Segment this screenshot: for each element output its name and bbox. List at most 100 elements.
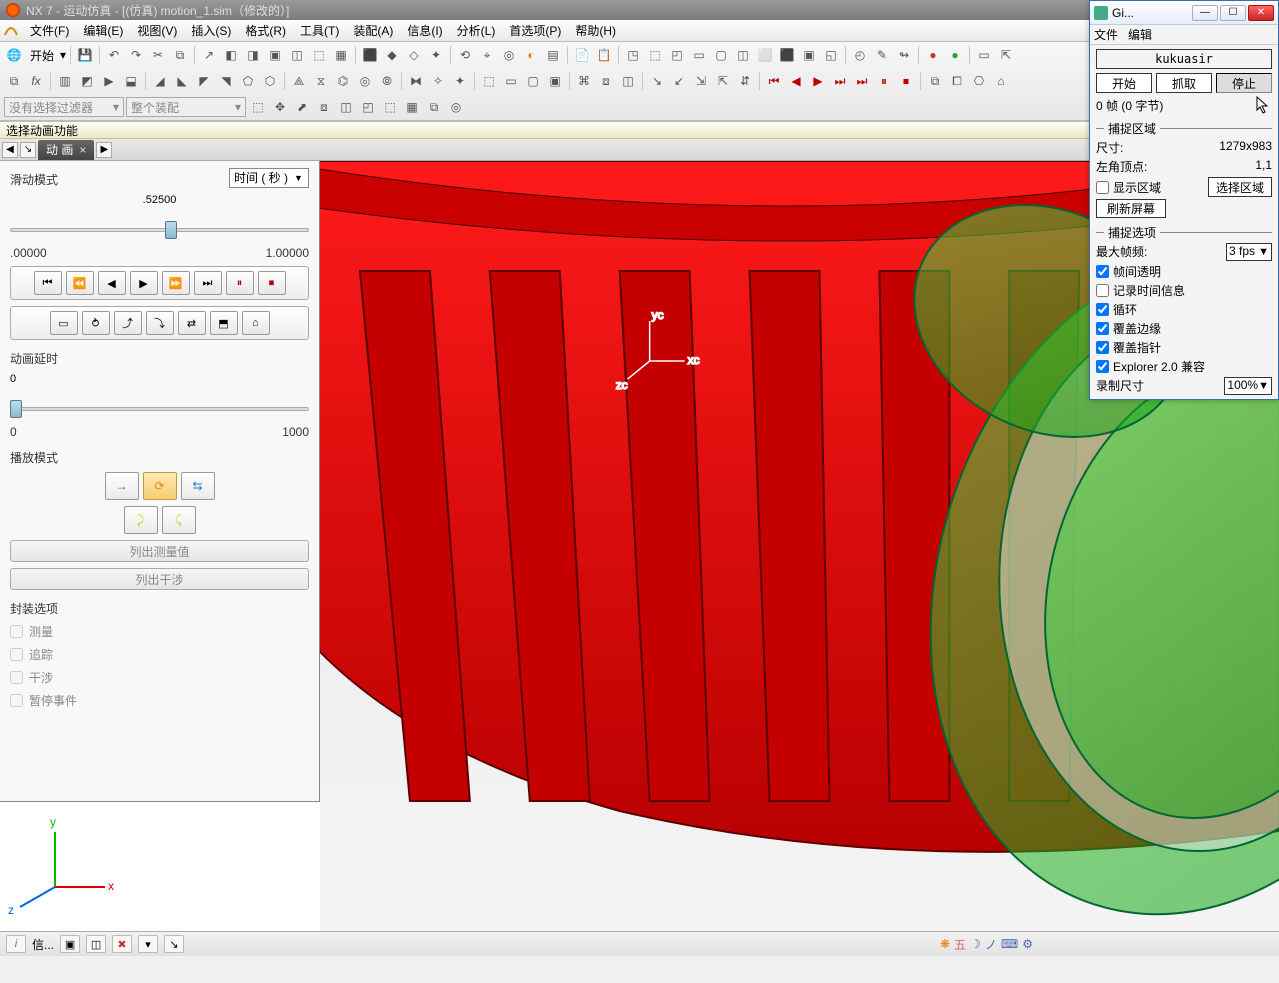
scope-combo[interactable]: 整个装配▾ — [126, 97, 246, 117]
tool-icon[interactable]: ↬ — [894, 45, 914, 65]
tool-icon[interactable]: ✦ — [426, 45, 446, 65]
tool-icon[interactable]: ⬓ — [121, 71, 141, 91]
filename-field[interactable]: kukuasir — [1096, 49, 1272, 69]
option-button[interactable]: ⤴ — [114, 311, 142, 335]
tool-icon[interactable]: ◎ — [499, 45, 519, 65]
opt-record-time[interactable]: 记录时间信息 — [1096, 282, 1272, 299]
show-area-check[interactable]: 显示区域 — [1096, 177, 1161, 197]
pause-icon[interactable]: ⏸ — [874, 71, 894, 91]
tool-icon[interactable]: ⎔ — [969, 71, 989, 91]
goto-end-button[interactable]: ⏭ — [194, 271, 222, 295]
gif-menu-file[interactable]: 文件 — [1094, 26, 1118, 43]
tool-icon[interactable]: ⇲ — [691, 71, 711, 91]
menu-preferences[interactable]: 首选项(P) — [503, 20, 567, 41]
tab-animation[interactable]: 动 画 × — [38, 140, 94, 160]
tool-icon[interactable]: ⇵ — [735, 71, 755, 91]
tool-icon[interactable]: ◫ — [336, 97, 356, 117]
tool-icon[interactable]: ◐ — [521, 45, 541, 65]
tool-icon[interactable]: ▭ — [689, 45, 709, 65]
tool-icon[interactable]: ▢ — [711, 45, 731, 65]
tool-icon[interactable]: ⟁ — [289, 71, 309, 91]
tool-icon[interactable]: ⌘ — [574, 71, 594, 91]
opt-loop[interactable]: 循环 — [1096, 301, 1272, 318]
tool-icon[interactable]: ⬚ — [248, 97, 268, 117]
menu-info[interactable]: 信息(I) — [401, 20, 448, 41]
redo-icon[interactable]: ↷ — [126, 45, 146, 65]
opt-explorer[interactable]: Explorer 2.0 兼容 — [1096, 358, 1272, 375]
tool-icon[interactable]: ⦾ — [377, 71, 397, 91]
tool-icon[interactable]: ✥ — [270, 97, 290, 117]
tool-icon[interactable]: ⌖ — [477, 45, 497, 65]
option-button[interactable]: ⇄ — [178, 311, 206, 335]
menu-file[interactable]: 文件(F) — [24, 20, 75, 41]
play-back-button[interactable]: ◀ — [98, 271, 126, 295]
record-start-button[interactable]: 开始 — [1096, 73, 1152, 93]
menu-assembly[interactable]: 装配(A) — [347, 20, 399, 41]
opt-transparent[interactable]: 帧间透明 — [1096, 263, 1272, 280]
tool-icon[interactable]: ◱ — [821, 45, 841, 65]
refresh-screen-button[interactable]: 刷新屏幕 — [1096, 199, 1166, 218]
maximize-button[interactable]: ☐ — [1220, 5, 1246, 21]
goto-start-button[interactable]: ⏮ — [34, 271, 62, 295]
tool-icon[interactable]: ◎ — [446, 97, 466, 117]
option-button[interactable]: ▭ — [50, 311, 78, 335]
tool-icon[interactable]: ↘ — [647, 71, 667, 91]
tool-icon[interactable]: ◳ — [623, 45, 643, 65]
status-chip[interactable]: ◫ — [86, 935, 106, 953]
tool-icon[interactable]: ▢ — [523, 71, 543, 91]
status-chip[interactable]: ▾ — [138, 935, 158, 953]
tool-icon[interactable]: ⌂ — [991, 71, 1011, 91]
tool-icon[interactable]: ▣ — [545, 71, 565, 91]
pause-button[interactable]: ⏸ — [226, 271, 254, 295]
tool-icon[interactable]: ◥ — [216, 71, 236, 91]
status-chip[interactable]: ✖ — [112, 935, 132, 953]
menu-analysis[interactable]: 分析(L) — [451, 20, 502, 41]
tool-icon[interactable]: ◧ — [221, 45, 241, 65]
tool-icon[interactable]: ▥ — [55, 71, 75, 91]
tool-icon[interactable]: ⌬ — [333, 71, 353, 91]
tool-icon[interactable]: ◢ — [150, 71, 170, 91]
step-back-button[interactable]: ⏪ — [66, 271, 94, 295]
tool-icon[interactable]: ◎ — [355, 71, 375, 91]
opt-cover-edge[interactable]: 覆盖边缘 — [1096, 320, 1272, 337]
check-measure[interactable]: 测量 — [10, 623, 309, 640]
tool-icon[interactable]: ◆ — [382, 45, 402, 65]
play-pingpong-button[interactable]: ⇆ — [181, 472, 215, 500]
tool-icon[interactable]: ▣ — [265, 45, 285, 65]
tool-icon[interactable]: ⬠ — [238, 71, 258, 91]
tool-icon[interactable]: ◤ — [194, 71, 214, 91]
trace-button-2[interactable]: ⤹ — [162, 506, 196, 534]
close-button[interactable]: ✕ — [1248, 5, 1274, 21]
menu-insert[interactable]: 插入(S) — [185, 20, 237, 41]
tool-icon[interactable]: ● — [945, 45, 965, 65]
tool-icon[interactable]: ⬚ — [309, 45, 329, 65]
tool-icon[interactable]: 📄 — [572, 45, 592, 65]
tool-icon[interactable]: ⬚ — [479, 71, 499, 91]
tool-icon[interactable]: ↙ — [669, 71, 689, 91]
tool-icon[interactable]: ⇱ — [713, 71, 733, 91]
tool-icon[interactable]: ◴ — [850, 45, 870, 65]
tool-icon[interactable]: ● — [923, 45, 943, 65]
tool-icon[interactable]: ◰ — [358, 97, 378, 117]
tool-icon[interactable]: ✧ — [428, 71, 448, 91]
save-icon[interactable]: 💾 — [75, 45, 95, 65]
tool-icon[interactable]: ⧉ — [4, 71, 24, 91]
tool-icon[interactable]: ✦ — [450, 71, 470, 91]
tool-icon[interactable]: ⧓ — [406, 71, 426, 91]
record-stop-button[interactable]: 停止 — [1216, 73, 1272, 93]
option-button[interactable]: ⬒ — [210, 311, 238, 335]
stop-button[interactable]: ⏹ — [258, 271, 286, 295]
tool-icon[interactable]: ⬚ — [645, 45, 665, 65]
tool-icon[interactable]: ⧉ — [424, 97, 444, 117]
select-area-button[interactable]: 选择区域 — [1208, 177, 1272, 197]
menu-edit[interactable]: 编辑(E) — [77, 20, 129, 41]
tool-icon[interactable]: ◨ — [243, 45, 263, 65]
tool-icon[interactable]: ⬛ — [777, 45, 797, 65]
tool-icon[interactable]: ⧠ — [947, 71, 967, 91]
tab-prev[interactable]: ◀ — [2, 142, 18, 158]
next-icon[interactable]: ⏭ — [830, 71, 850, 91]
tool-icon[interactable]: ⧈ — [314, 97, 334, 117]
delay-slider[interactable] — [10, 391, 309, 419]
tool-icon[interactable]: 📋 — [594, 45, 614, 65]
minimize-button[interactable]: — — [1192, 5, 1218, 21]
